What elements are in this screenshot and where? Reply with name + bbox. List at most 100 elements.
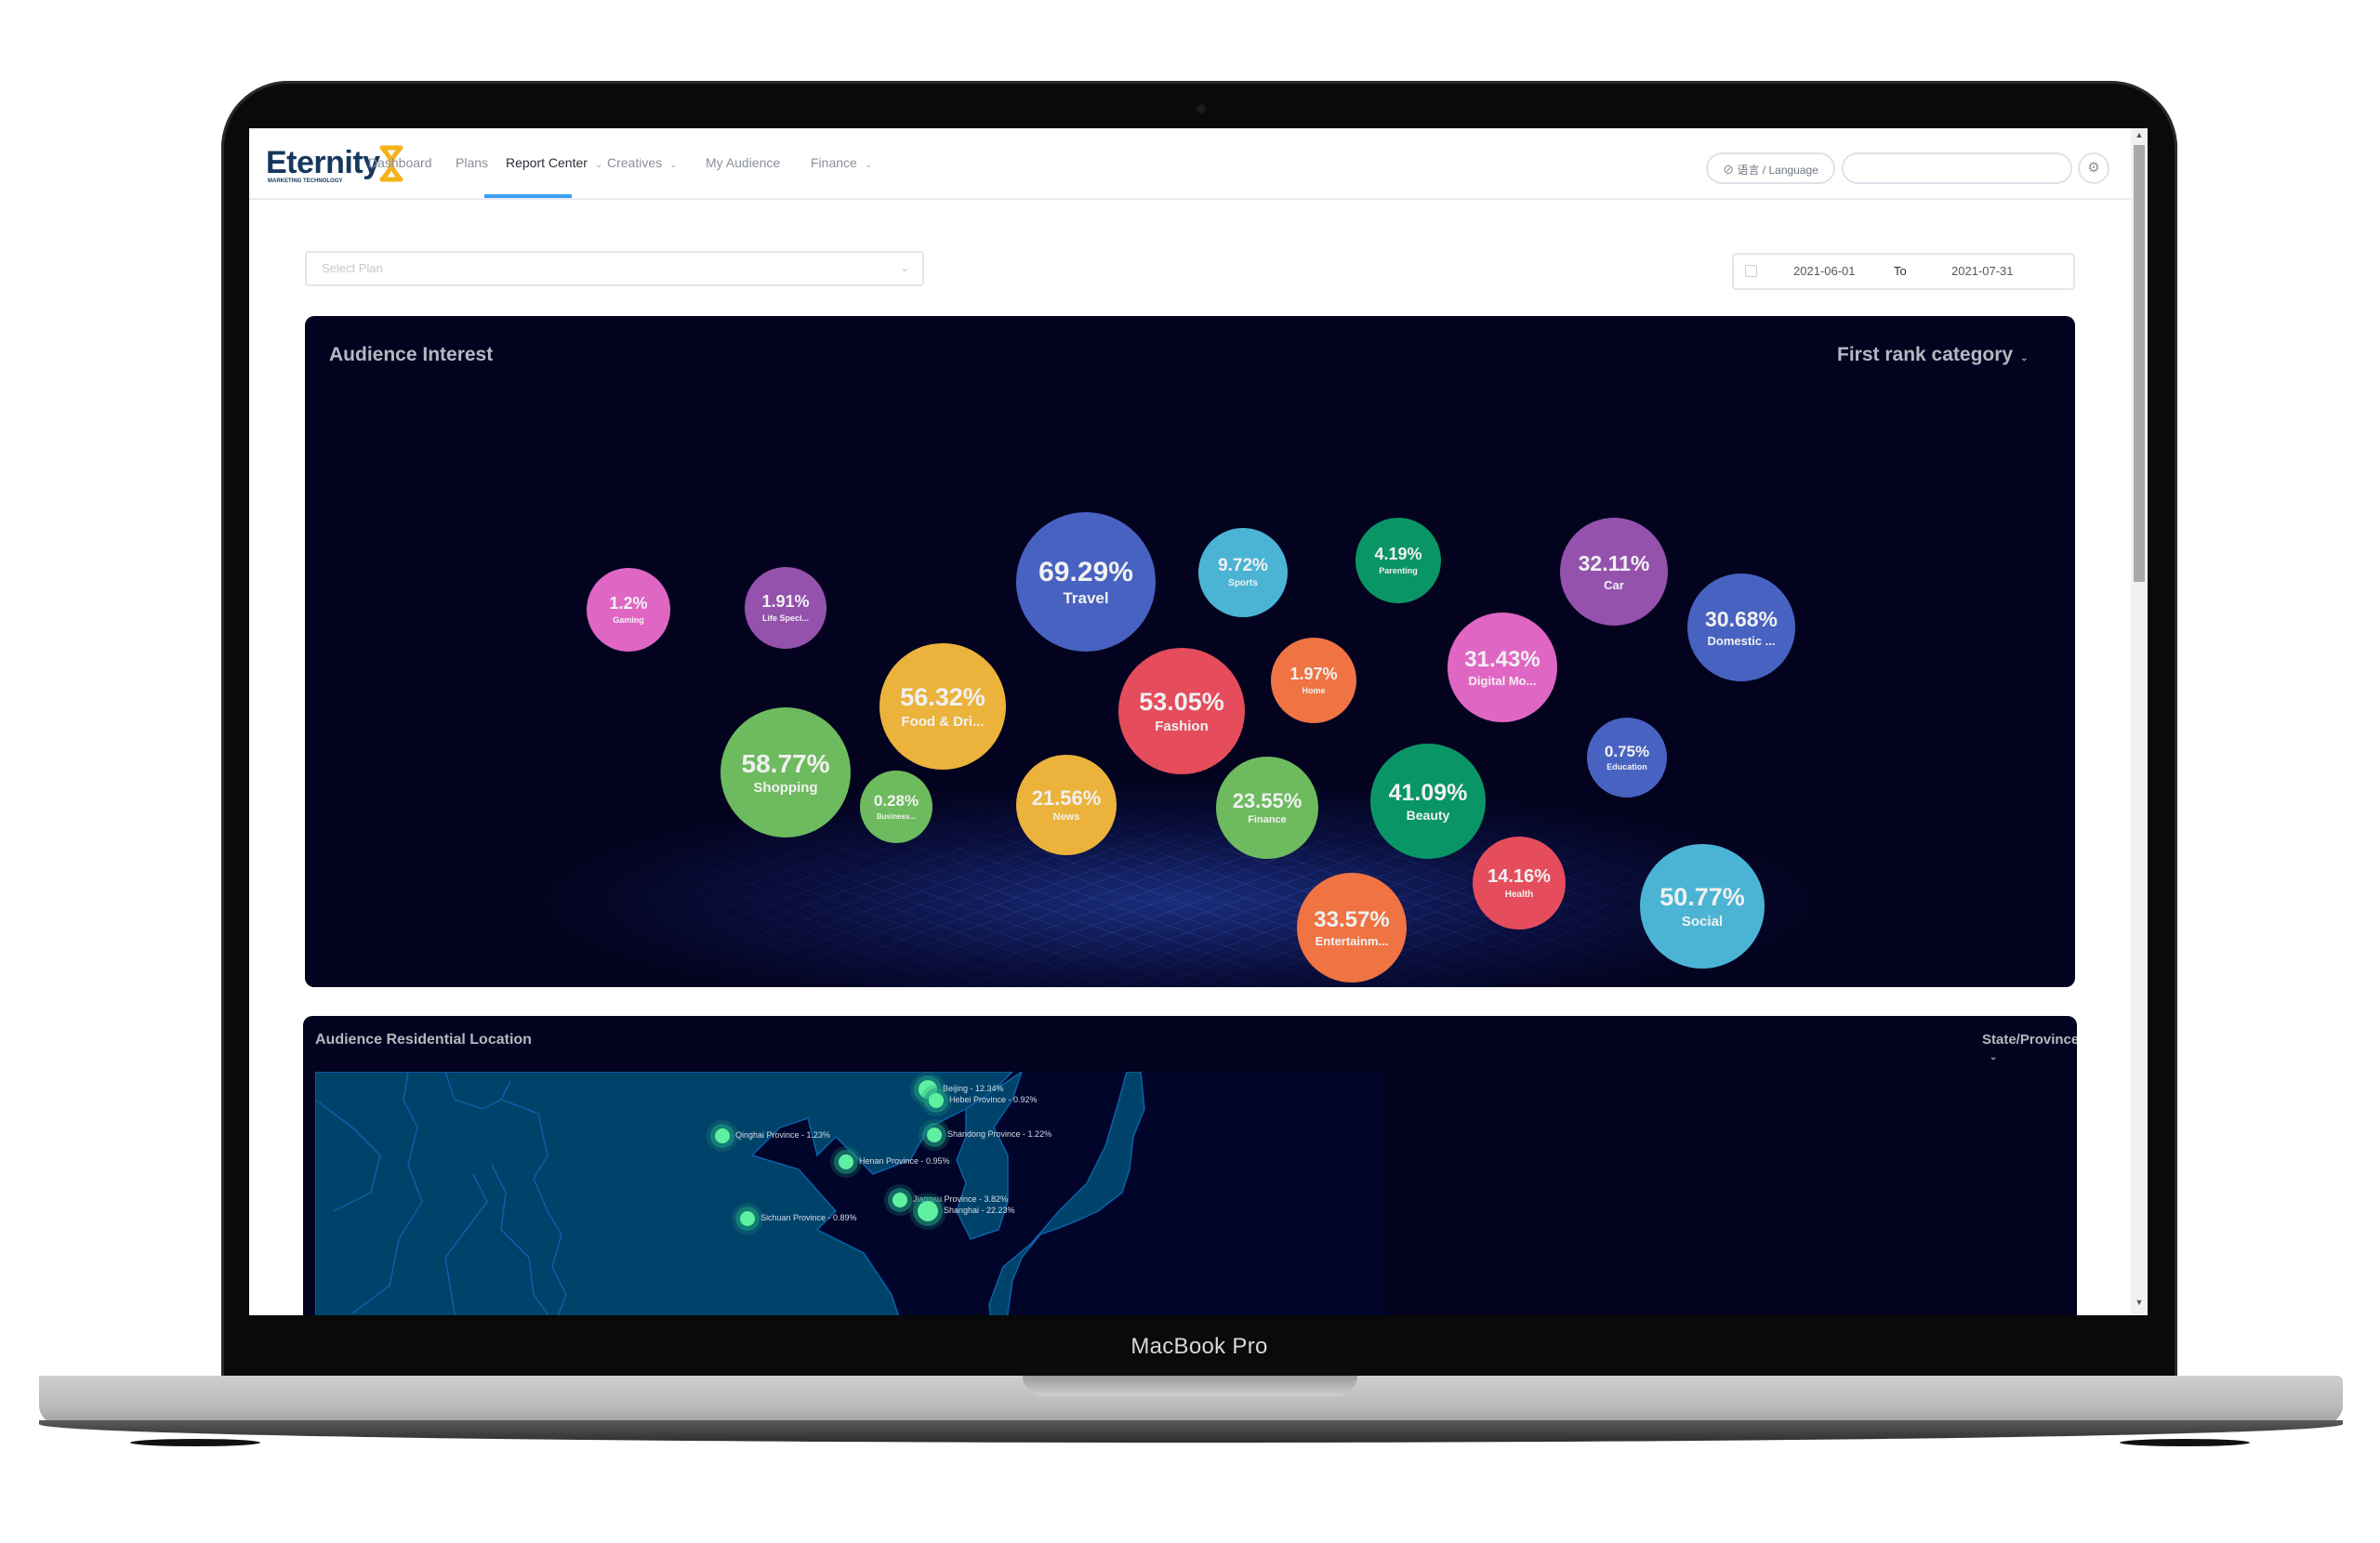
location-dot-icon [927,1128,942,1142]
bubble-beauty[interactable]: 41.09% Beauty [1370,744,1486,859]
laptop-notch [1023,1376,1357,1396]
bubble-label: Education [1606,762,1647,772]
chevron-down-icon: ⌄ [669,160,678,170]
location-dot-icon [740,1211,755,1226]
bubble-life-speci[interactable]: 1.91% Life Speci... [745,567,826,649]
chevron-down-icon: ⌄ [594,160,603,170]
nav-plans[interactable]: Plans [456,128,488,198]
bubble-label: Finance [1248,814,1287,826]
bubble-car[interactable]: 32.11% Car [1560,518,1668,626]
bubble-value: 31.43% [1464,646,1540,672]
nav-finance[interactable]: Finance ⌄ [811,128,872,198]
logo-subtext: MARKETING TECHNOLOGY [268,178,343,184]
bubble-social[interactable]: 50.77% Social [1640,844,1765,969]
active-tab-indicator [484,194,572,198]
chevron-down-icon: ⌄ [1990,1052,1998,1062]
screen: Eternity MARKETING TECHNOLOGY Dashboard … [249,128,2148,1315]
date-from[interactable]: 2021-06-01 [1793,255,1856,288]
bubble-label: Travel [1063,589,1109,608]
nav-my-audience[interactable]: My Audience [706,128,780,198]
chevron-down-icon: ⌄ [900,263,909,274]
bubble-business[interactable]: 0.28% Business... [860,771,932,843]
bubble-domestic[interactable]: 30.68% Domestic ... [1687,574,1795,681]
search-input[interactable] [1842,152,2072,184]
language-button-label: 语言 / Language [1737,164,1818,177]
bubble-home[interactable]: 1.97% Home [1271,638,1356,723]
nav-dashboard[interactable]: Dashboard [368,128,432,198]
residential-location-title: Audience Residential Location [315,1032,532,1048]
bubble-label: Gaming [613,614,644,625]
bubble-value: 69.29% [1038,556,1133,587]
bubble-label: Parenting [1379,565,1418,575]
bubble-value: 30.68% [1704,607,1778,632]
nav-report-center[interactable]: Report Center ⌄ [506,128,602,198]
nav-finance-label: Finance [811,155,857,170]
scroll-up-arrow-icon[interactable]: ▲ [2131,130,2148,143]
location-dot-icon [715,1128,730,1143]
bubble-health[interactable]: 14.16% Health [1473,837,1566,930]
bubble-shopping[interactable]: 58.77% Shopping [721,707,851,837]
location-level-dropdown[interactable]: State/Province ⌄ [1982,1032,2077,1063]
nav-creatives[interactable]: Creatives ⌄ [607,128,678,198]
plan-select[interactable]: Select Plan ⌄ [305,251,924,286]
location-label: Henan Province - 0.95% [859,1156,950,1166]
bubble-education[interactable]: 0.75% Education [1587,718,1667,798]
bubble-value: 41.09% [1388,779,1468,806]
bubble-travel[interactable]: 69.29% Travel [1016,512,1156,652]
scroll-down-arrow-icon[interactable]: ▼ [2131,1298,2148,1311]
bubble-label: Life Speci... [761,613,809,623]
location-label: Shandong Province - 1.22% [947,1129,1052,1139]
location-dot-icon [918,1201,938,1221]
bubble-label: Car [1604,577,1624,592]
bubble-label: Business... [876,811,917,821]
bubble-entertainm[interactable]: 33.57% Entertainm... [1297,873,1407,983]
gear-icon: ⚙ [2087,160,2100,176]
location-label: Sichuan Province - 0.89% [760,1213,857,1222]
scrollbar-thumb[interactable] [2134,145,2145,582]
date-range-picker[interactable]: 2021-06-01 To 2021-07-31 [1732,253,2075,290]
language-button[interactable]: ⊘ 语言 / Language [1706,152,1835,184]
residential-location-panel: Audience Residential Location State/Prov… [303,1016,2077,1315]
bubble-label: Social [1681,913,1724,930]
settings-button[interactable]: ⚙ [2078,152,2109,184]
bubble-value: 4.19% [1374,545,1422,564]
bubble-label: Health [1504,889,1534,900]
nav-plans-label: Plans [456,155,489,170]
location-map[interactable]: Beijing - 12.34% Hebei Province - 0.92% Qi… [315,1072,1384,1315]
logo[interactable]: Eternity MARKETING TECHNOLOGY [266,145,403,184]
bubble-value: 21.56% [1031,785,1102,810]
bubble-value: 1.97% [1289,665,1338,684]
bubble-value: 1.2% [609,594,648,613]
bubble-finance[interactable]: 23.55% Finance [1216,757,1318,859]
plan-select-placeholder: Select Plan [322,261,383,275]
bubble-parenting[interactable]: 4.19% Parenting [1355,518,1441,603]
bubble-label: Shopping [753,780,818,797]
bubble-fashion[interactable]: 53.05% Fashion [1118,648,1245,774]
location-label: Beijing - 12.34% [943,1084,1004,1093]
location-label: Qinghai Province - 1.23% [735,1130,831,1140]
location-dot-icon [839,1154,853,1169]
bubble-gaming[interactable]: 1.2% Gaming [587,568,670,652]
bubble-value: 33.57% [1314,906,1390,932]
location-markers: Beijing - 12.34% Hebei Province - 0.92% Qi… [315,1072,1384,1315]
date-to[interactable]: 2021-07-31 [1951,255,2014,288]
device-label: MacBook Pro [1130,1334,1268,1359]
bubble-sports[interactable]: 9.72% Sports [1198,528,1288,617]
logo-text: Eternity [266,145,380,180]
location-dot-icon [892,1193,907,1207]
location-label: Shanghai - 22.23% [944,1206,1015,1215]
nav-my-audience-label: My Audience [706,155,781,170]
bubble-value: 9.72% [1218,556,1268,576]
bubble-label: Food & Dri... [901,713,985,730]
laptop-foot [130,1439,260,1446]
bubble-chart: 1.2% Gaming 1.91% Life Speci... 69.29% Travel… [305,316,2075,987]
calendar-icon [1745,265,1757,277]
bubble-label: Fashion [1155,718,1209,734]
bubble-news[interactable]: 21.56% News [1016,755,1117,855]
bubble-value: 58.77% [741,748,830,778]
bubble-digital-mo[interactable]: 31.43% Digital Mo... [1448,613,1557,722]
date-separator: To [1894,264,1907,278]
globe-icon: ⊘ [1723,164,1738,177]
nav-dashboard-label: Dashboard [368,155,432,170]
bubble-food-dri[interactable]: 56.32% Food & Dri... [879,643,1006,770]
